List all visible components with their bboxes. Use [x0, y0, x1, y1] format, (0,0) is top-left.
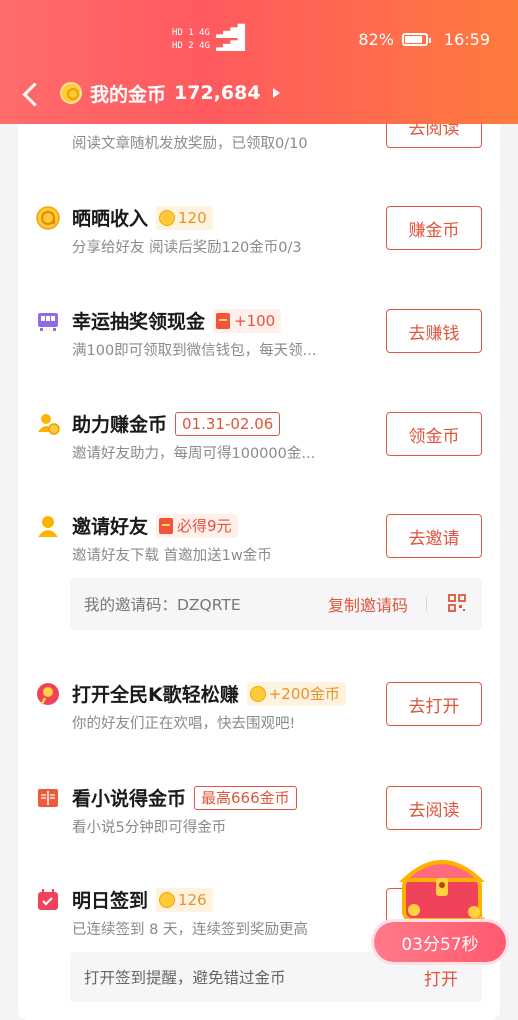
- caret-right-icon: [272, 88, 280, 98]
- task-title-row: 打开全民K歌轻松赚 +200金币: [72, 680, 346, 707]
- reward-badge: 最高666金币: [194, 785, 297, 810]
- battery-icon: [401, 33, 431, 46]
- coin-icon: [159, 209, 176, 226]
- go-read-novel-button[interactable]: 去阅读: [386, 786, 482, 830]
- go-earn-button[interactable]: 去赚钱: [386, 309, 482, 353]
- signal-indicator: HD 1 4G ▂▄▆█ HD 2 4G ▂▄▆█: [172, 24, 245, 51]
- reward-amount: +100: [234, 311, 276, 330]
- task-title-row: 看小说得金币 最高666金币: [72, 784, 297, 811]
- divider: [426, 597, 427, 611]
- back-icon[interactable]: [22, 82, 47, 107]
- red-packet-icon: [216, 312, 231, 329]
- reward-amount: 必得9元: [177, 517, 232, 535]
- karaoke-icon: [37, 683, 59, 705]
- copy-invite-code-button[interactable]: 复制邀请码: [328, 592, 408, 616]
- open-reminder-button[interactable]: 打开: [424, 965, 458, 990]
- reward-amount: 120: [178, 208, 207, 227]
- sim1-label: HD 1 4G: [172, 28, 210, 38]
- claim-coins-button[interactable]: 领金币: [386, 412, 482, 456]
- page-title: 我的金币: [90, 83, 167, 106]
- invite-code-box: 我的邀请码：DZQRTE 复制邀请码: [70, 578, 482, 630]
- task-title: 看小说得金币: [72, 788, 187, 810]
- user-icon: [38, 516, 58, 537]
- book-icon: [38, 789, 58, 807]
- task-title-row: 邀请好友 必得9元: [72, 512, 238, 539]
- reward-amount: 126: [178, 890, 207, 909]
- reward-amount: +200金币: [268, 685, 340, 703]
- invite-code: 我的邀请码：DZQRTE: [84, 596, 241, 614]
- coin-share-icon: [36, 206, 60, 230]
- treasure-chest-icon[interactable]: [392, 848, 492, 926]
- nav-bar: 我的金币 172,684: [0, 78, 518, 112]
- coin-count: 172,684: [174, 82, 261, 104]
- task-desc: 已连续签到 8 天，连续签到奖励更高: [72, 922, 308, 938]
- task-title: 幸运抽奖领现金: [72, 311, 206, 333]
- go-invite-button[interactable]: 去邀请: [386, 514, 482, 558]
- status-bar: HD 1 4G ▂▄▆█ HD 2 4G ▂▄▆█ 82% 16:59: [0, 25, 518, 51]
- task-title-row: 幸运抽奖领现金 +100: [72, 307, 282, 334]
- battery-percent: 82%: [358, 30, 394, 49]
- reward-badge: +200金币: [246, 681, 346, 706]
- date-badge: 01.31-02.06: [175, 411, 281, 436]
- task-title: 邀请好友: [72, 516, 149, 538]
- task-desc: 满100即可领取到微信钱包，每天领...: [72, 343, 317, 359]
- coin-icon: [249, 685, 266, 702]
- coin-summary[interactable]: 我的金币 172,684: [60, 78, 280, 108]
- calendar-icon: [38, 889, 58, 910]
- task-desc: 阅读文章随机发放奖励，已领取0/10: [72, 136, 308, 152]
- reward-badge: 必得9元: [156, 513, 238, 538]
- task-title-row: 晒晒收入 120: [72, 204, 213, 231]
- task-desc: 分享给好友 阅读后奖励120金币0/3: [72, 240, 302, 256]
- reward-badge: 120: [156, 205, 213, 230]
- task-title: 明日签到: [72, 890, 149, 912]
- lottery-icon: [38, 313, 58, 331]
- clock: 16:59: [443, 30, 490, 49]
- task-desc: 邀请好友助力，每周可得100000金...: [72, 446, 316, 462]
- task-title-row: 明日签到 126: [72, 886, 213, 913]
- sim2-label: HD 2 4G: [172, 41, 210, 51]
- reward-badge: +100: [213, 308, 282, 333]
- task-desc: 看小说5分钟即可得金币: [72, 820, 227, 836]
- header: HD 1 4G ▂▄▆█ HD 2 4G ▂▄▆█ 82% 16:59 我的金币 1…: [0, 0, 518, 124]
- task-title: 打开全民K歌轻松赚: [72, 684, 239, 706]
- reward-badge: 126: [156, 887, 213, 912]
- task-title: 助力赚金币: [72, 414, 168, 436]
- reminder-text: 打开签到提醒，避免错过金币: [84, 969, 286, 987]
- task-title: 晒晒收入: [72, 208, 149, 230]
- task-desc: 邀请好友下载 首邀加送1w金币: [72, 548, 272, 564]
- countdown-timer[interactable]: 03分57秒: [374, 922, 506, 962]
- task-title-row: 助力赚金币 01.31-02.06: [72, 410, 281, 437]
- coin-icon: [159, 891, 176, 908]
- go-open-button[interactable]: 去打开: [386, 682, 482, 726]
- task-desc: 你的好友们正在欢唱，快去围观吧!: [72, 716, 296, 732]
- qr-code-icon[interactable]: [448, 594, 466, 612]
- coin-icon: [60, 82, 82, 104]
- red-packet-icon: [159, 517, 174, 534]
- earn-coins-button[interactable]: 赚金币: [386, 206, 482, 250]
- assist-icon: [38, 414, 60, 435]
